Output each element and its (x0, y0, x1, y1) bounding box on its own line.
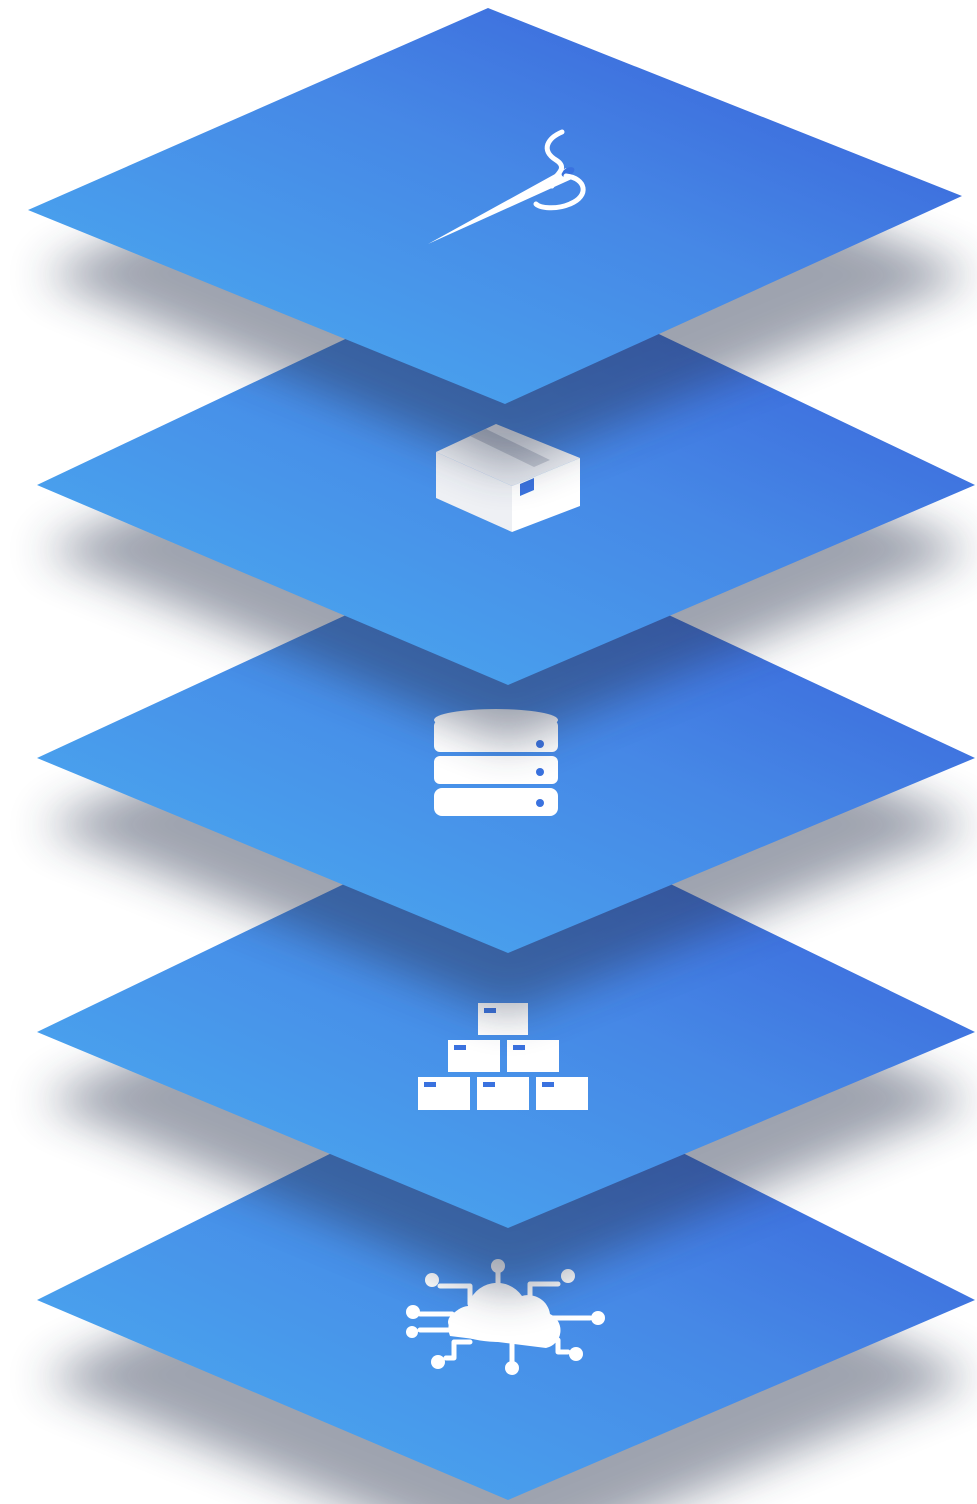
layer-1-plane (28, 8, 962, 404)
layer-1 (28, 8, 975, 470)
layer-stack-canvas (28, 8, 975, 1504)
layer-stack-diagram (0, 0, 977, 1504)
